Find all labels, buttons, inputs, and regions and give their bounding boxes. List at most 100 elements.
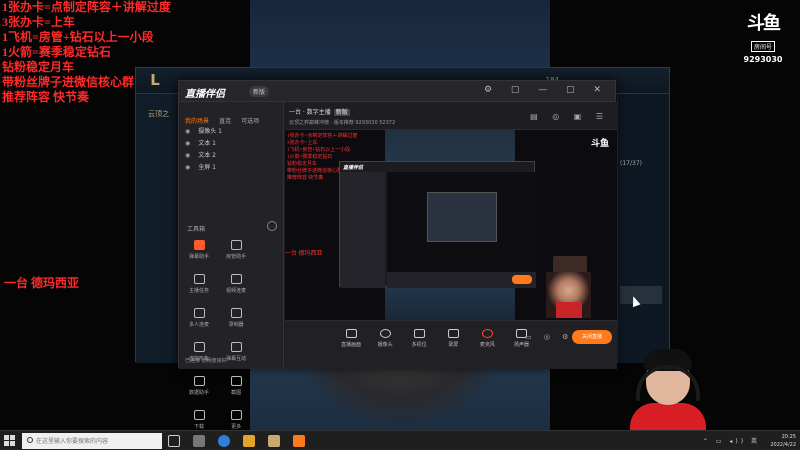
search-icon — [27, 437, 33, 443]
overlay-line: 带粉丝牌子进微信核心群 — [2, 75, 135, 89]
ctrl-multicam[interactable]: 多机位 — [405, 329, 433, 348]
screenshot-icon — [230, 376, 242, 386]
toolbox-settings-icon[interactable] — [267, 221, 277, 231]
webcam-preview-small — [546, 272, 591, 318]
microphone-icon — [481, 329, 493, 338]
lol-mode-label: 云顶之 — [148, 110, 169, 118]
source-label: 文本 2 — [198, 152, 216, 159]
room-tag[interactable]: 新版 — [333, 109, 350, 116]
stop-stream-button[interactable]: 关闭直播 — [572, 330, 612, 344]
scene-panel: 我的场景 直连 可选项 ◉ 摄像头 1 ◉ 文本 1 ◉ 文本 2 ◉ 全屏 1 工具箱… — [179, 102, 284, 430]
taskbar-apps — [168, 435, 313, 450]
overlay-line: 1火箭=赛季稳定钻石 — [2, 45, 111, 59]
window-controls[interactable]: ⚙ ▢ — ▢ ✕ — [484, 85, 609, 95]
toolbox-grid: 弹幕助手 房管助手 主播任务 视频连麦 多人连麦 录制器 虚拟形象 弹幕互动 数… — [183, 240, 281, 444]
start-button[interactable] — [4, 435, 16, 447]
tool-danmu-interact[interactable]: 弹幕互动 — [220, 342, 252, 370]
overlay-line: 3张办卡=上车 — [2, 15, 75, 29]
lol-friend-row[interactable] — [620, 286, 662, 304]
source-row[interactable]: ◉ 全屏 1 — [185, 162, 222, 174]
eye-icon[interactable]: ◉ — [185, 152, 190, 159]
room-title: 一台 · 数字主播 新版 — [289, 109, 350, 116]
source-row[interactable]: ◉ 文本 1 — [185, 138, 222, 150]
source-row[interactable]: ◉ 摄像头 1 — [185, 126, 222, 138]
tool-data[interactable]: 数据助手 — [183, 376, 215, 404]
record-icon — [447, 329, 459, 338]
tool-tasks[interactable]: 主播任务 — [183, 274, 215, 302]
source-label: 全屏 1 — [198, 164, 216, 171]
toolbox-label: 工具箱 — [187, 226, 206, 233]
scene-tabs: 我的场景 直连 可选项 — [185, 108, 264, 127]
tab-direct[interactable]: 直连 — [219, 116, 231, 125]
eye-icon[interactable]: ◉ — [185, 140, 190, 147]
stream-overlay-text: 1张办卡=点制定阵容＋讲解过度 3张办卡=上车 1飞机=房管+钻石以上一小段 1… — [2, 0, 171, 105]
windows-taskbar: ⌃ ▭ ◂)) 英 20:25 2022/4/22 — [0, 430, 800, 450]
windows-logo-part — [10, 441, 15, 446]
search-input[interactable] — [22, 433, 162, 449]
source-label: 文本 1 — [198, 140, 216, 147]
app-logo: 直播伴侣 — [185, 89, 225, 100]
overlay-label: 一台 德玛西亚 — [4, 276, 80, 290]
danmu-icon — [193, 240, 205, 250]
ctrl-mic[interactable]: 麦克风 — [473, 329, 501, 348]
preview-watermark: 斗鱼 — [590, 139, 609, 149]
tool-video-link[interactable]: 视频连麦 — [220, 274, 252, 302]
admin-icon — [230, 240, 242, 250]
file-explorer-icon[interactable] — [193, 435, 206, 447]
tab-options[interactable]: 可选项 — [241, 116, 259, 125]
tool-danmu[interactable]: 弹幕助手 — [183, 240, 215, 268]
tab-my-scene[interactable]: 我的场景 — [185, 116, 209, 125]
overlay-line: 1飞机=房管+钻石以上一小段 — [2, 30, 154, 44]
tool-room-admin[interactable]: 房管助手 — [220, 240, 252, 268]
clock-time: 20:25 — [781, 434, 796, 440]
douyu-watermark: 斗鱼 房间号 9293030 — [740, 13, 786, 65]
room-number: 9293030 — [743, 55, 783, 64]
streaming-app-window: 直播伴侣 新版 ⚙ ▢ — ▢ ✕ 我的场景 直连 可选项 ◉ 摄像头 1 ◉ 文本… — [178, 80, 617, 430]
nested-logo: 直播伴侣 — [343, 165, 364, 171]
nested-controls — [387, 272, 536, 288]
lol-icon[interactable] — [268, 435, 281, 447]
task-view-icon[interactable] — [168, 435, 180, 447]
task-icon — [193, 274, 205, 284]
clock[interactable]: 20:25 2022/4/22 — [770, 433, 796, 449]
nested-view — [387, 172, 536, 272]
ctrl-camera[interactable]: 摄像头 — [371, 329, 399, 348]
screen-icon — [345, 329, 357, 338]
tool-screenshot[interactable]: 截图 — [220, 376, 252, 404]
nested-preview: 直播伴侣 — [339, 161, 536, 288]
header-actions[interactable]: ▤ ◎ ▣ ☰ — [530, 112, 609, 121]
nested-panel — [340, 172, 385, 288]
data-icon — [193, 376, 205, 386]
source-row[interactable]: ◉ 文本 2 — [185, 150, 222, 162]
tool-avatar[interactable]: 虚拟形象 — [183, 342, 215, 370]
lol-social-panel — [617, 94, 669, 363]
overlay-line: 推荐阵容 快节奏 — [2, 90, 90, 104]
video-link-icon — [230, 274, 242, 284]
eye-icon[interactable]: ◉ — [185, 128, 190, 135]
edge-icon[interactable] — [218, 435, 231, 447]
tool-multi-link[interactable]: 多人连麦 — [183, 308, 215, 336]
tool-recorder[interactable]: 录制器 — [220, 308, 252, 336]
app-g-icon[interactable] — [243, 435, 256, 447]
windows-logo-part — [10, 435, 15, 440]
multi-link-icon — [193, 308, 205, 318]
eye-icon[interactable]: ◉ — [185, 164, 190, 171]
clock-date: 2022/4/22 — [770, 442, 796, 448]
source-label: 摄像头 1 — [198, 128, 222, 135]
avatar-icon — [193, 342, 205, 352]
extra-actions[interactable]: ▭ ◎ ⚙ — [525, 333, 573, 341]
version-badge[interactable]: 新版 — [249, 86, 270, 97]
streaming-app-icon[interactable] — [293, 435, 306, 447]
interact-icon — [230, 342, 242, 352]
camera-icon — [379, 329, 391, 338]
nested-stop-button — [512, 275, 532, 284]
room-header: 一台 · 数字主播 新版 云顶之弈巅峰冲榜 · 版本推荐 9293030 5237… — [285, 102, 617, 130]
ctrl-record[interactable]: 录屏 — [439, 329, 467, 348]
overlay-line: 1张办卡=点制定阵容＋讲解过度 — [2, 0, 171, 14]
room-number-tag: 房间号 — [750, 41, 775, 52]
douyu-logo: 斗鱼 — [747, 13, 781, 34]
multicam-icon — [413, 329, 425, 338]
ctrl-screen[interactable]: 直播画面 — [337, 329, 365, 348]
more-icon — [230, 410, 242, 420]
system-tray[interactable]: ⌃ ▭ ◂)) 英 — [703, 436, 760, 445]
